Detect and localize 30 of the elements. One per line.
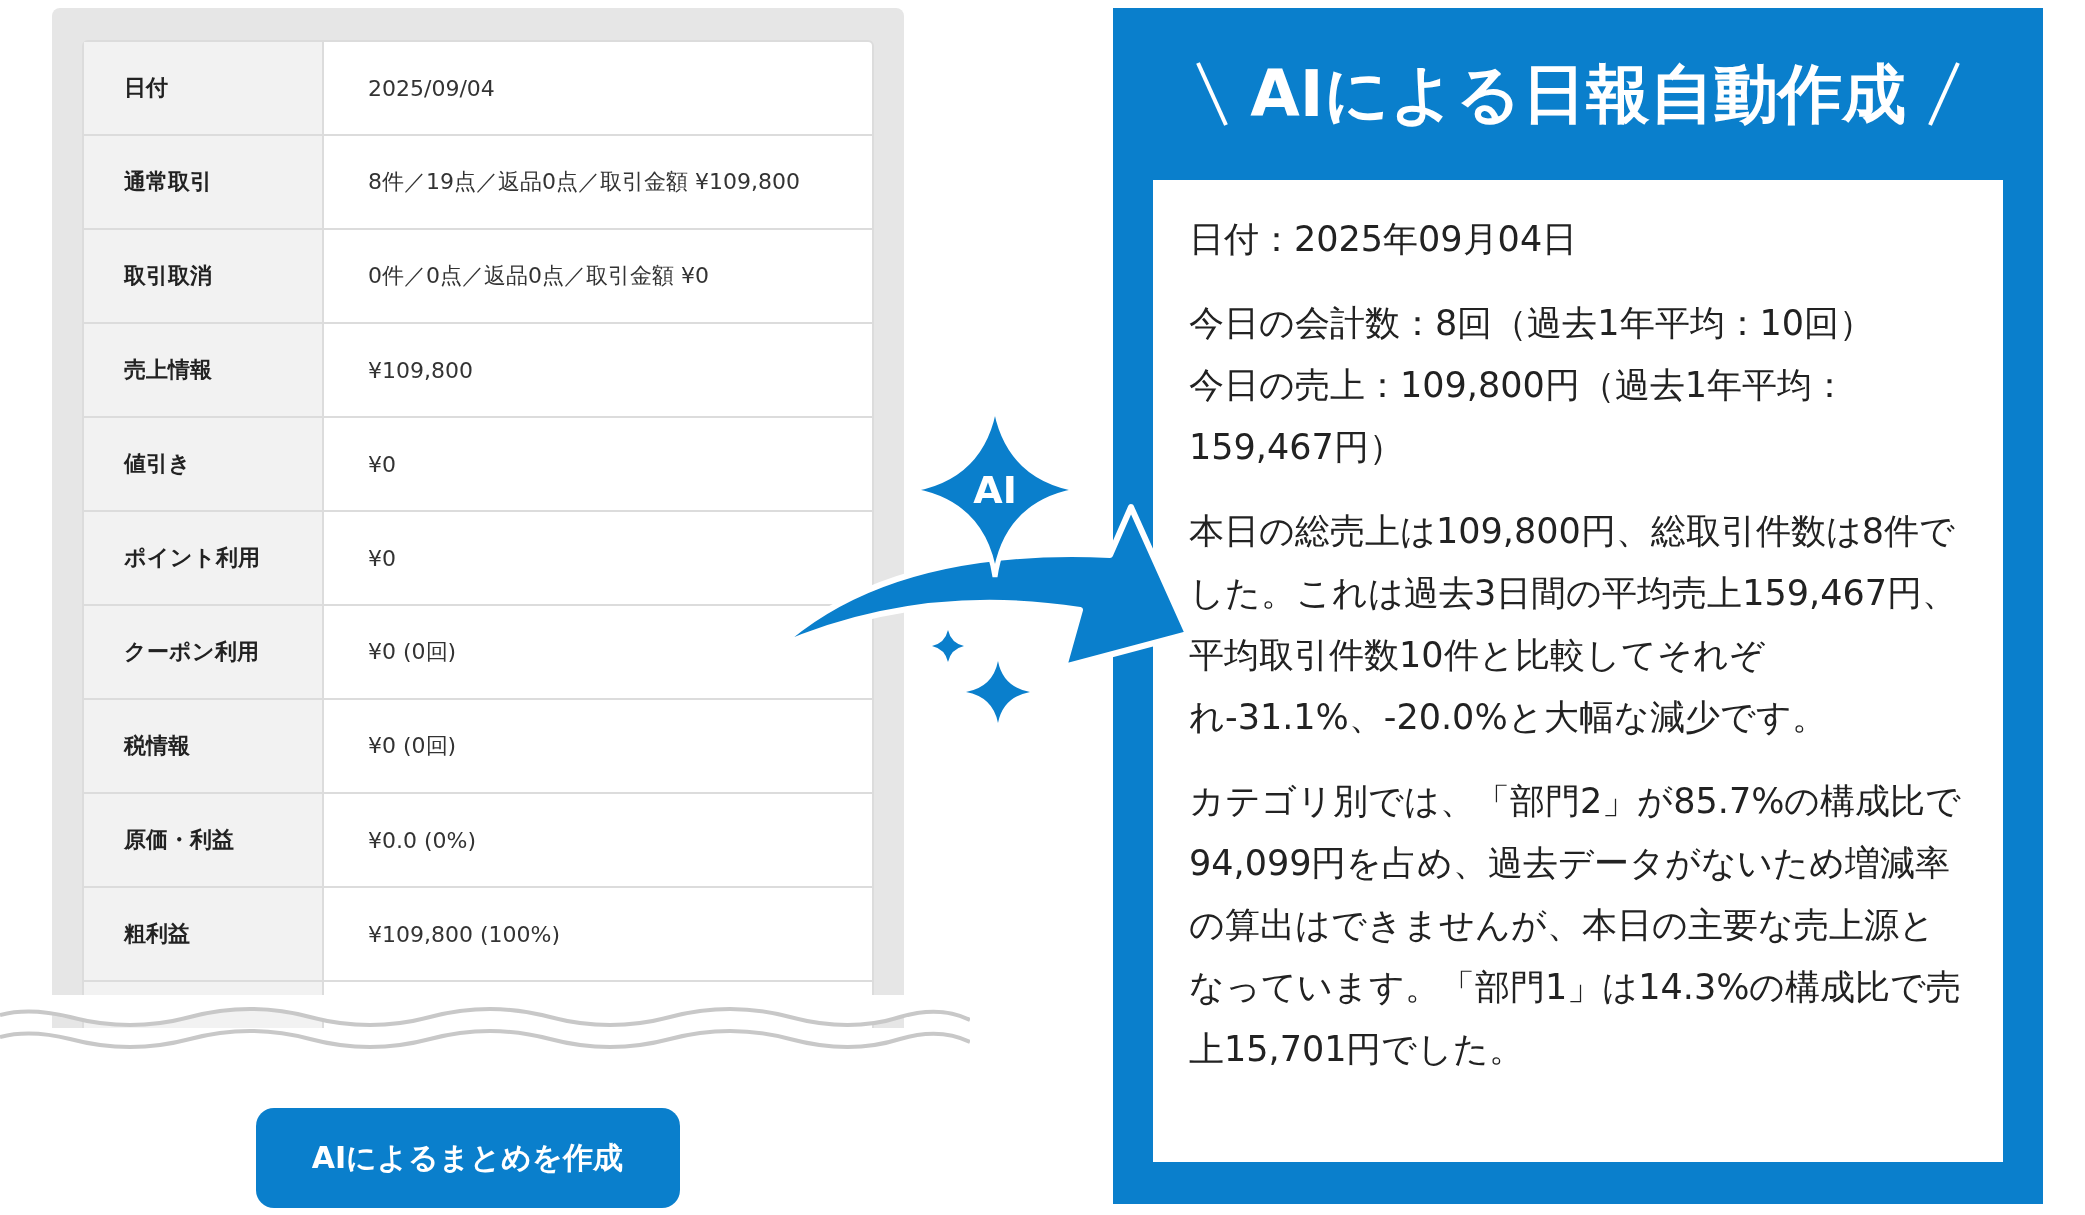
row-label: クーポン利用 [84, 606, 324, 698]
ai-badge-text: AI [973, 468, 1017, 512]
row-value: ¥0.0 (0%) [367, 826, 478, 855]
row-value: ¥0 [367, 544, 397, 573]
row-label: 日付 [84, 42, 324, 134]
sparkle-icon [966, 661, 1030, 723]
row-label: 取引取消 [84, 230, 324, 322]
row-label: 値引き [84, 418, 324, 510]
report-text: 今日の会計数：8回（過去1年平均：10回） [1189, 302, 1876, 345]
create-summary-button[interactable]: AIによるまとめを作成 [255, 1108, 680, 1208]
row-value: ¥0 [367, 450, 397, 479]
row-value: 2025/09/04 [367, 74, 496, 103]
row-value: ¥109,800 (100%) [367, 920, 562, 949]
row-value: 8件／19点／返品0点／取引金額 ¥109,800 [367, 168, 801, 196]
row-label: 粗利益 [84, 888, 324, 980]
row-value: 0件／0点／返品0点／取引金額 ¥0 [367, 262, 710, 290]
report-title: AIによる日報自動作成 [1250, 55, 1906, 133]
report-text: 今日の売上：109,800円（過去1年平均：159,467円） [1189, 364, 1848, 469]
report-text: 本日の総売上は109,800円、総取引件数は8件でした。これは過去3日間の平均売上159,467円、平均取引件数10件と比較してそれぞれ-31.1%、-20.0%と大幅な減少です。 [1189, 510, 1958, 739]
row-value: ¥0 (0回) [367, 732, 458, 760]
row-label: 原価・利益 [84, 794, 324, 886]
row-label: 税情報 [84, 700, 324, 792]
report-text: カテゴリ別では、「部門2」が85.7%の構成比で94,099円を占め、過去データがないため増減率の算出はできませんが、本日の主要な売上源となっています。「部門1」は14.3%の構成比で売上15,701円でした。 [1189, 780, 1963, 1071]
sparkle-icon [932, 630, 964, 662]
row-label: ポイント利用 [84, 512, 324, 604]
row-label: 売上情報 [84, 324, 324, 416]
row-label: 通常取引 [84, 136, 324, 228]
row-value: ¥109,800 [367, 356, 474, 385]
report-text: 日付：2025年09月04日 [1189, 218, 1579, 261]
row-value: ¥0 (0回) [367, 638, 458, 666]
